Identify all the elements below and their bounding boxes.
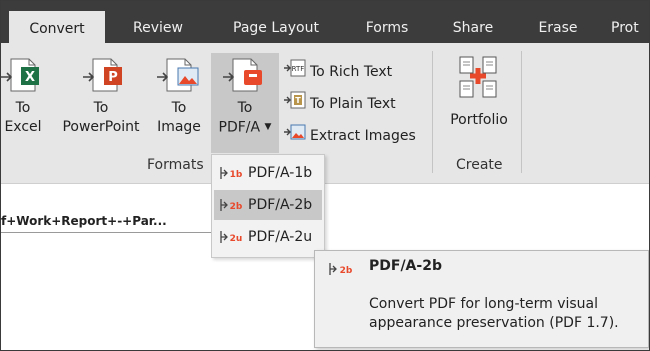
pdfa-dropdown-menu: 1b PDF/A-1b 2b PDF/A-2b 2u PDF/A-2u: [211, 154, 325, 258]
document-tab-underline: [1, 232, 211, 233]
svg-text:T: T: [295, 96, 301, 105]
svg-text:1b: 1b: [230, 170, 243, 180]
to-excel-button[interactable]: X To Excel: [1, 55, 45, 151]
svg-text:2u: 2u: [230, 234, 243, 244]
svg-text:P: P: [108, 70, 118, 85]
tab-review[interactable]: Review: [118, 13, 198, 43]
to-rich-text-label: To Rich Text: [310, 64, 393, 80]
to-image-label-2: Image: [157, 119, 201, 135]
to-image-button[interactable]: To Image: [151, 55, 207, 151]
menu-item-pdfa-2b[interactable]: 2b PDF/A-2b: [214, 190, 322, 220]
portfolio-label: Portfolio: [450, 112, 508, 128]
extract-images-icon: [284, 123, 306, 149]
pdfa-1b-icon: 1b: [220, 167, 243, 180]
create-group-label: Create: [456, 157, 503, 173]
ribbon: X To Excel P To PowerPoint To Image To P…: [1, 43, 649, 184]
pdfa-2b-icon: 2b: [329, 263, 353, 276]
to-powerpoint-label-2: PowerPoint: [62, 119, 140, 135]
extract-images-label: Extract Images: [310, 128, 416, 144]
excel-icon: X: [1, 58, 39, 92]
to-plain-text-button[interactable]: T To Plain Text: [284, 91, 396, 115]
rich-text-icon: RTF: [284, 59, 306, 85]
to-pdfa-button[interactable]: To PDF/A ▼: [211, 53, 279, 153]
document-tab-title[interactable]: f+Work+Report+-+Par...: [1, 214, 167, 228]
menu-item-label: PDF/A-1b: [248, 165, 313, 181]
tab-convert[interactable]: Convert: [9, 11, 105, 44]
menu-item-pdfa-2u[interactable]: 2u PDF/A-2u: [214, 222, 322, 252]
svg-text:RTF: RTF: [292, 65, 305, 73]
to-excel-label-1: To: [15, 100, 31, 116]
ribbon-tab-bar: Convert Review Page Layout Forms Share E…: [1, 1, 649, 44]
portfolio-button[interactable]: Portfolio: [441, 55, 517, 151]
tooltip-title: PDF/A-2b: [369, 258, 442, 274]
chevron-down-icon[interactable]: ▼: [265, 122, 272, 132]
pdfa-2b-icon: 2b: [220, 199, 243, 212]
plain-text-icon: T: [284, 91, 306, 117]
to-rich-text-button[interactable]: RTF To Rich Text: [284, 59, 392, 83]
to-pdfa-label-1: To: [237, 100, 253, 116]
extract-images-button[interactable]: Extract Images: [284, 123, 416, 147]
to-pdfa-label-2: PDF/A ▼: [218, 119, 272, 136]
group-separator: [432, 51, 433, 173]
image-icon: [157, 58, 199, 92]
tooltip-description: Convert PDF for long-term visual appeara…: [369, 296, 619, 331]
to-excel-label-2: Excel: [4, 119, 42, 135]
to-plain-text-label: To Plain Text: [310, 96, 396, 112]
tab-erase[interactable]: Erase: [523, 13, 593, 43]
svg-text:X: X: [25, 70, 35, 85]
to-image-label-1: To: [171, 100, 187, 116]
svg-text:2b: 2b: [230, 202, 243, 212]
menu-item-label: PDF/A-2u: [248, 229, 313, 245]
formats-group-label: Formats: [147, 157, 204, 173]
menu-item-label: PDF/A-2b: [248, 197, 313, 213]
tab-forms[interactable]: Forms: [351, 13, 423, 43]
powerpoint-icon: P: [83, 58, 122, 92]
to-powerpoint-label-1: To: [93, 100, 109, 116]
tab-share[interactable]: Share: [438, 13, 508, 43]
pdfa-2b-tooltip: 2b PDF/A-2b Convert PDF for long-term vi…: [314, 250, 649, 348]
pdfa-icon: [223, 58, 262, 92]
group-separator-2: [521, 51, 522, 173]
tab-page-layout[interactable]: Page Layout: [216, 13, 336, 43]
tab-protect[interactable]: Prot: [611, 13, 649, 43]
svg-text:2b: 2b: [340, 266, 353, 276]
to-powerpoint-button[interactable]: P To PowerPoint: [55, 55, 147, 151]
menu-item-pdfa-1b[interactable]: 1b PDF/A-1b: [214, 158, 322, 188]
pdfa-2u-icon: 2u: [220, 231, 243, 244]
portfolio-icon: [459, 56, 497, 98]
app-window: Convert Review Page Layout Forms Share E…: [0, 0, 650, 351]
